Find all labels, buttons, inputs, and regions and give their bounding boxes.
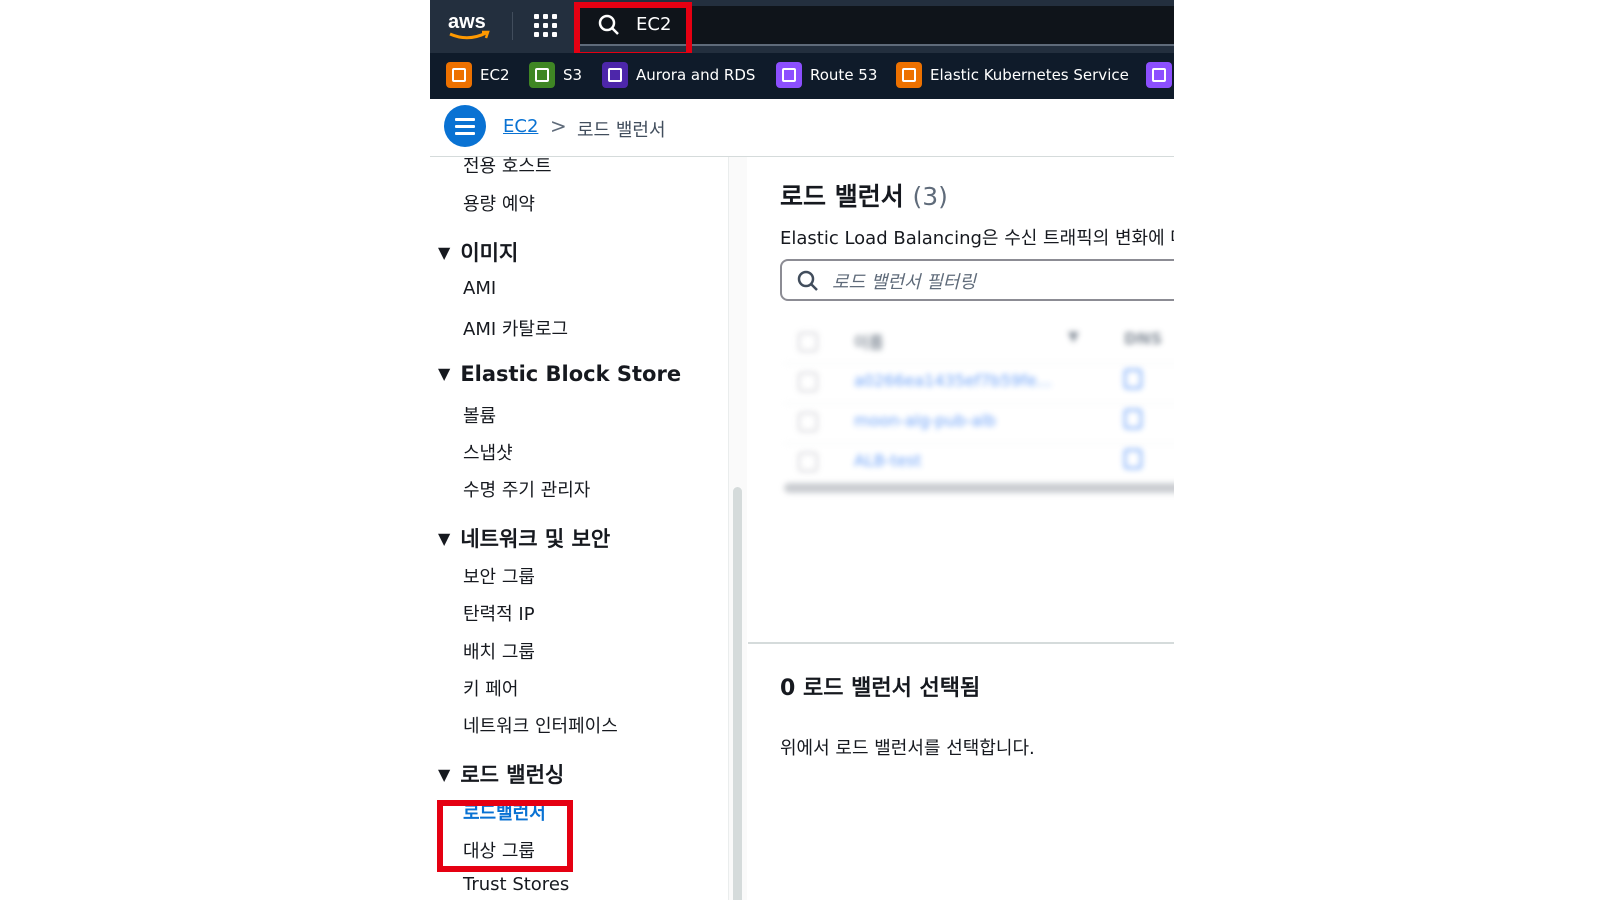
favorite-aurora-rds[interactable]: Aurora and RDS <box>602 61 755 89</box>
selection-description: 위에서 로드 밸런서를 선택합니다. <box>780 738 1035 759</box>
sidebar-navigation: 전용 호스트 용량 예약 ▼ 이미지 AMI AMI 카탈로그 ▼ Elastic … <box>430 156 728 900</box>
sidebar-item-placement-groups[interactable]: 배치 그룹 <box>463 638 535 664</box>
sidebar-item-snapshots[interactable]: 스냅샷 <box>463 439 513 465</box>
caret-down-icon: ▼ <box>438 765 451 784</box>
sidebar-item-security-groups[interactable]: 보안 그룹 <box>463 563 535 589</box>
favorites-bar: EC2 S3 Aurora and RDS Route 53 Elastic K… <box>430 53 1174 99</box>
favorite-ec2[interactable]: EC2 <box>446 61 510 89</box>
table-row[interactable]: a0266ea1435ef7b59fe... <box>784 363 1174 404</box>
split-panel-divider[interactable] <box>748 642 1174 644</box>
sidebar-item-elastic-ip[interactable]: 탄력적 IP <box>463 600 535 626</box>
favorite-label: Elastic Kubernetes Service <box>930 66 1129 84</box>
sidebar-item-lifecycle-manager[interactable]: 수명 주기 관리자 <box>463 476 590 502</box>
services-grid-icon[interactable] <box>534 14 558 38</box>
s3-icon <box>529 62 555 88</box>
select-all-checkbox[interactable] <box>798 332 818 352</box>
sidebar-item-dedicated-hosts[interactable]: 전용 호스트 <box>463 152 552 178</box>
copy-icon[interactable] <box>1124 409 1142 429</box>
aws-console-frame: aws EC2 EC2 S3 Aurora and RDS Route 53 E… <box>430 0 1174 900</box>
route53-icon <box>776 62 802 88</box>
favorite-label: Aurora and RDS <box>636 66 756 84</box>
caret-down-icon: ▼ <box>438 243 451 262</box>
copy-icon[interactable] <box>1124 449 1142 469</box>
sidebar-group-label: 이미지 <box>460 241 519 265</box>
menu-button[interactable] <box>444 105 486 147</box>
favorite-route53[interactable]: Route 53 <box>776 61 877 89</box>
search-icon <box>797 270 819 292</box>
sidebar-group-label: 로드 밸런싱 <box>460 763 565 787</box>
favorite-label: EC2 <box>480 66 510 84</box>
load-balancer-table: 이름 ▼ DNS a0266ea1435ef7b59fe... moon-alg… <box>784 323 1174 499</box>
favorite-label: S3 <box>563 66 583 84</box>
page-title: 로드 밸런서 (3) <box>780 177 948 213</box>
sidebar-group-label: 네트워크 및 보안 <box>460 527 611 551</box>
row-checkbox[interactable] <box>798 412 818 432</box>
page-title-text: 로드 밸런서 <box>780 182 904 211</box>
sort-icon[interactable]: ▼ <box>1068 329 1079 345</box>
load-balancer-link[interactable]: moon-alg-pub-alb <box>854 411 996 430</box>
caret-down-icon: ▼ <box>438 529 451 548</box>
page-description: Elastic Load Balancing은 수신 트래픽의 변화에 따 <box>780 228 1174 249</box>
aws-logo-text: aws <box>448 11 486 33</box>
eks-icon <box>896 62 922 88</box>
favorite-s3[interactable]: S3 <box>529 61 582 89</box>
load-balancer-highlight-box <box>437 800 573 872</box>
table-header-row: 이름 ▼ DNS <box>784 323 1174 364</box>
ec2-icon <box>446 62 472 88</box>
sidebar-item-trust-stores[interactable]: Trust Stores <box>463 874 569 895</box>
load-balancer-link[interactable]: ALB-test <box>854 451 921 470</box>
column-header-name[interactable]: 이름 <box>854 329 883 353</box>
selection-title: 0 로드 밸런서 선택됨 <box>780 676 981 701</box>
table-row[interactable]: ALB-test <box>784 443 1174 483</box>
sidebar-group-load-balancing[interactable]: ▼ 로드 밸런싱 <box>438 759 564 789</box>
breadcrumb-current: 로드 밸런서 <box>577 120 666 141</box>
breadcrumb: EC2 > 로드 밸런서 <box>430 99 1174 157</box>
load-balancer-link[interactable]: a0266ea1435ef7b59fe... <box>854 371 1052 390</box>
filter-input[interactable] <box>830 267 1174 297</box>
sidebar-group-ebs[interactable]: ▼ Elastic Block Store <box>438 362 681 386</box>
sidebar-group-network-security[interactable]: ▼ 네트워크 및 보안 <box>438 523 610 553</box>
favorite-eks[interactable]: Elastic Kubernetes Service <box>896 61 1129 89</box>
sidebar-item-capacity-reservations[interactable]: 용량 예약 <box>463 190 535 216</box>
favorite-label: Route 53 <box>810 66 878 84</box>
breadcrumb-ec2-link[interactable]: EC2 <box>503 116 538 137</box>
sidebar-item-key-pairs[interactable]: 키 페어 <box>463 675 518 701</box>
load-balancer-count: (3) <box>912 182 948 211</box>
sidebar-item-network-interfaces[interactable]: 네트워크 인터페이스 <box>463 712 618 738</box>
sidebar-group-label: Elastic Block Store <box>460 362 682 386</box>
main-content: 로드 밸런서 (3) Elastic Load Balancing은 수신 트래… <box>748 157 1174 900</box>
chevron-right-icon: > <box>550 114 567 138</box>
table-row[interactable]: moon-alg-pub-alb <box>784 403 1174 444</box>
aws-logo[interactable]: aws <box>446 8 496 44</box>
sidebar-item-ami[interactable]: AMI <box>463 278 496 299</box>
row-checkbox[interactable] <box>798 372 818 392</box>
sidebar-item-volumes[interactable]: 볼륨 <box>463 402 496 428</box>
column-header-dns[interactable]: DNS <box>1124 329 1162 348</box>
row-checkbox[interactable] <box>798 452 818 472</box>
cloud-service-icon <box>1146 62 1172 88</box>
top-navigation-bar: aws EC2 <box>430 0 1174 58</box>
sidebar-group-images[interactable]: ▼ 이미지 <box>438 237 518 267</box>
filter-field[interactable] <box>780 259 1174 301</box>
sidebar-item-ami-catalog[interactable]: AMI 카탈로그 <box>463 315 568 341</box>
topbar-divider <box>512 12 513 40</box>
favorite-more[interactable] <box>1146 61 1174 89</box>
sidebar-scrollbar-thumb[interactable] <box>733 487 742 900</box>
table-horizontal-scrollbar[interactable] <box>784 483 1174 493</box>
caret-down-icon: ▼ <box>438 364 451 383</box>
rds-icon <box>602 62 628 88</box>
search-highlight-box <box>574 2 692 58</box>
copy-icon[interactable] <box>1124 369 1142 389</box>
